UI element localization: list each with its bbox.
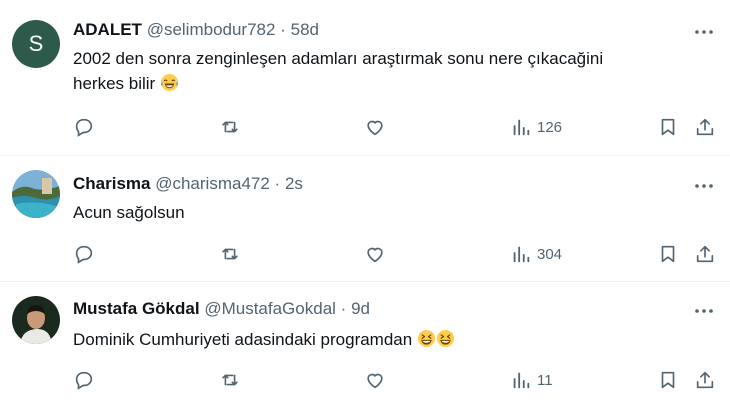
views-button[interactable]: 11	[510, 368, 553, 392]
reply-text-segment: herkes bilir	[73, 74, 156, 93]
action-bar: 304	[73, 242, 723, 266]
reply-icon[interactable]	[73, 368, 95, 392]
separator: ·	[274, 174, 281, 193]
action-bar: 126	[73, 115, 723, 139]
separator: ·	[280, 20, 286, 39]
reply-header: ADALET @selimbodur782 · 58d	[73, 20, 319, 40]
share-icon[interactable]	[694, 115, 716, 139]
share-icon[interactable]	[694, 242, 716, 266]
reply-icon[interactable]	[73, 115, 95, 139]
reply-icon[interactable]	[73, 242, 95, 266]
like-icon[interactable]	[364, 115, 386, 139]
timestamp[interactable]: 58d	[291, 20, 319, 39]
separator: ·	[340, 299, 347, 318]
author-name[interactable]: Charisma	[73, 174, 150, 193]
views-icon	[510, 243, 532, 265]
author-handle[interactable]: @MustafaGokdal	[204, 299, 336, 318]
views-count: 11	[537, 371, 553, 389]
views-count: 304	[537, 245, 563, 263]
action-bar: 11	[73, 368, 723, 392]
timestamp[interactable]: 9d	[351, 299, 370, 318]
bookmark-icon[interactable]	[657, 242, 679, 266]
views-icon	[510, 116, 532, 138]
avatar[interactable]: S	[12, 20, 60, 68]
retweet-icon[interactable]	[219, 115, 241, 139]
avatar-image	[12, 170, 60, 218]
more-icon[interactable]	[692, 22, 716, 42]
author-handle[interactable]: @charisma472	[155, 174, 270, 193]
reply-item: Charisma @charisma472 · 2s Acun sağolsun…	[0, 156, 730, 280]
retweet-icon[interactable]	[219, 368, 241, 392]
reply-text: 2002 den sonra zenginleşen adamları araş…	[73, 46, 683, 99]
author-name[interactable]: ADALET	[73, 20, 142, 39]
like-icon[interactable]	[364, 242, 386, 266]
views-count: 126	[537, 118, 563, 136]
reply-text-line: herkes bilir	[73, 71, 683, 99]
views-button[interactable]: 126	[510, 115, 562, 139]
reply-text: Acun sağolsun	[73, 200, 683, 225]
grinning-squinting-face-icon	[417, 329, 436, 355]
timestamp[interactable]: 2s	[285, 174, 303, 193]
avatar[interactable]	[12, 170, 60, 218]
like-icon[interactable]	[364, 368, 386, 392]
author-handle[interactable]: @selimbodur782	[147, 20, 276, 39]
reply-text: Dominik Cumhuriyeti adasindaki programda…	[73, 327, 683, 355]
avatar[interactable]	[12, 296, 60, 344]
more-icon[interactable]	[692, 176, 716, 196]
reply-text-line: Acun sağolsun	[73, 203, 185, 222]
bookmark-icon[interactable]	[657, 368, 679, 392]
share-icon[interactable]	[694, 368, 716, 392]
author-name[interactable]: Mustafa Gökdal	[73, 299, 200, 318]
retweet-icon[interactable]	[219, 242, 241, 266]
reply-text-line: Dominik Cumhuriyeti adasindaki programda…	[73, 327, 683, 355]
more-icon[interactable]	[692, 301, 716, 321]
avatar-image	[12, 296, 60, 344]
views-button[interactable]: 304	[510, 242, 562, 266]
reply-header: Charisma @charisma472 · 2s	[73, 174, 303, 194]
reply-item: S ADALET @selimbodur782 · 58d 2002 den s…	[0, 0, 730, 154]
reply-header: Mustafa Gökdal @MustafaGokdal · 9d	[73, 299, 370, 319]
reply-text-line: 2002 den sonra zenginleşen adamları araş…	[73, 49, 604, 68]
grinning-squinting-face-icon	[436, 329, 455, 355]
reply-text-segment: Dominik Cumhuriyeti adasindaki programda…	[73, 330, 413, 349]
bookmark-icon[interactable]	[657, 115, 679, 139]
face-with-tears-of-joy-icon	[160, 73, 179, 99]
views-icon	[510, 369, 532, 391]
reply-item: Mustafa Gökdal @MustafaGokdal · 9d Domin…	[0, 282, 730, 420]
avatar-letter: S	[28, 31, 44, 56]
